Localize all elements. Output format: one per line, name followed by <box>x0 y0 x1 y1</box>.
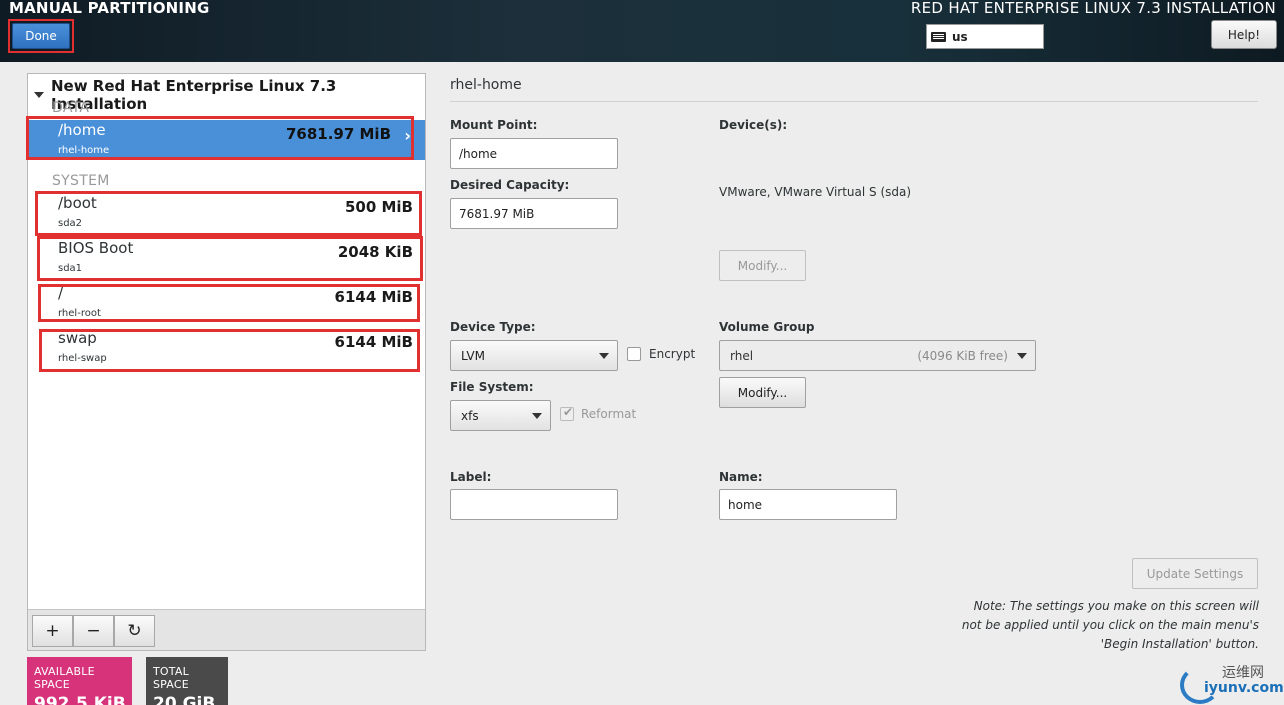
device-type-value: LVM <box>461 348 485 363</box>
partition-device: sda2 <box>58 218 83 229</box>
available-space-badge: AVAILABLE SPACE 992.5 KiB <box>27 657 132 705</box>
volume-group-label: Volume Group <box>719 320 815 334</box>
partition-device: rhel-root <box>58 308 101 319</box>
modify-devices-button[interactable]: Modify... <box>719 250 806 281</box>
partition-mount: / <box>58 284 64 302</box>
dropdown-arrow-icon <box>599 353 609 359</box>
data-section-label: DATA <box>52 100 90 116</box>
file-system-label: File System: <box>450 380 534 394</box>
partition-item-boot[interactable]: /boot sda2 500 MiB <box>28 193 425 233</box>
total-space-badge: TOTAL SPACE 20 GiB <box>146 657 228 705</box>
keyboard-layout-indicator[interactable]: us <box>926 24 1044 49</box>
total-space-label: TOTAL SPACE <box>153 665 189 691</box>
partition-size: 500 MiB <box>344 198 413 216</box>
partition-toolbar: + − ↻ <box>28 609 425 650</box>
expander-arrow-icon <box>34 92 44 98</box>
remove-partition-button[interactable]: − <box>73 615 114 647</box>
name-field-label: Name: <box>719 470 763 484</box>
partition-device: rhel-swap <box>58 353 107 364</box>
watermark-url: iyunv.com <box>1204 680 1284 696</box>
partition-mount: /boot <box>58 194 97 212</box>
partition-device: sda1 <box>58 263 83 274</box>
partition-size: 2048 KiB <box>337 243 413 261</box>
partition-size: 6144 MiB <box>334 288 413 306</box>
installation-title: New Red Hat Enterprise Linux 7.3 Install… <box>51 77 337 113</box>
watermark-cn: 运维网 <box>1222 665 1264 681</box>
keyboard-layout-label: us <box>952 29 968 44</box>
volume-group-free: (4096 KiB free) <box>917 349 1008 363</box>
keyboard-icon <box>931 31 946 42</box>
page-title: MANUAL PARTITIONING <box>9 0 210 17</box>
installation-expander[interactable]: New Red Hat Enterprise Linux 7.3 Install… <box>32 77 425 113</box>
total-space-value: 20 GiB <box>153 694 216 705</box>
refresh-button[interactable]: ↻ <box>114 615 155 647</box>
done-highlight: Done <box>8 19 74 53</box>
encrypt-label: Encrypt <box>649 347 696 361</box>
desired-capacity-input[interactable]: 7681.97 MiB <box>450 198 618 229</box>
partition-size: 6144 MiB <box>334 333 413 351</box>
file-system-value: xfs <box>461 408 479 423</box>
dropdown-arrow-icon <box>532 413 542 419</box>
partition-mount: BIOS Boot <box>58 239 134 257</box>
product-title: RED HAT ENTERPRISE LINUX 7.3 INSTALLATIO… <box>910 0 1276 17</box>
dropdown-arrow-icon <box>1017 353 1027 359</box>
device-type-label: Device Type: <box>450 320 536 334</box>
partition-item-swap[interactable]: swap rhel-swap 6144 MiB <box>28 328 425 368</box>
devices-label: Device(s): <box>719 118 788 132</box>
available-space-value: 992.5 KiB <box>34 694 126 705</box>
partition-tree-panel: New Red Hat Enterprise Linux 7.3 Install… <box>26 73 426 651</box>
available-space-label: AVAILABLE SPACE <box>34 665 95 691</box>
system-section-label: SYSTEM <box>52 173 110 189</box>
file-system-select[interactable]: xfs <box>450 400 551 431</box>
volume-group-select[interactable]: rhel (4096 KiB free) <box>719 340 1036 371</box>
partition-item-bios-boot[interactable]: BIOS Boot sda1 2048 KiB <box>28 238 425 278</box>
partition-item-root[interactable]: / rhel-root 6144 MiB <box>28 283 425 323</box>
checkmark-icon: ✔ <box>563 405 574 419</box>
partition-mount: /home <box>58 121 106 139</box>
volume-group-value: rhel <box>730 348 754 363</box>
divider <box>450 101 1258 102</box>
modify-volume-group-button[interactable]: Modify... <box>719 377 806 408</box>
partition-mount: swap <box>58 329 97 347</box>
desired-capacity-label: Desired Capacity: <box>450 178 570 192</box>
help-button[interactable]: Help! <box>1211 20 1277 49</box>
label-field-label: Label: <box>450 470 492 484</box>
chevron-right-icon: › <box>404 126 411 145</box>
partition-size: 7681.97 MiB <box>285 125 391 143</box>
reformat-checkbox[interactable]: ✔ <box>560 405 574 421</box>
partition-item-home[interactable]: /home rhel-home 7681.97 MiB › <box>28 120 425 160</box>
update-settings-button[interactable]: Update Settings <box>1132 558 1258 589</box>
watermark-logo: 运维网 iyunv.com <box>1180 660 1284 705</box>
settings-note: Note: The settings you make on this scre… <box>961 599 1259 651</box>
label-input[interactable] <box>450 489 618 520</box>
partition-device: rhel-home <box>58 145 110 156</box>
name-input[interactable]: home <box>719 489 897 520</box>
device-type-select[interactable]: LVM <box>450 340 618 371</box>
top-header: MANUAL PARTITIONING RED HAT ENTERPRISE L… <box>0 0 1284 62</box>
selected-partition-title: rhel-home <box>450 77 522 93</box>
done-button[interactable]: Done <box>12 23 70 49</box>
devices-value: VMware, VMware Virtual S (sda) <box>719 185 912 199</box>
reformat-label: Reformat <box>581 407 637 421</box>
mount-point-label: Mount Point: <box>450 118 538 132</box>
mount-point-input[interactable]: /home <box>450 138 618 169</box>
add-partition-button[interactable]: + <box>32 615 73 647</box>
encrypt-checkbox[interactable] <box>627 347 641 361</box>
